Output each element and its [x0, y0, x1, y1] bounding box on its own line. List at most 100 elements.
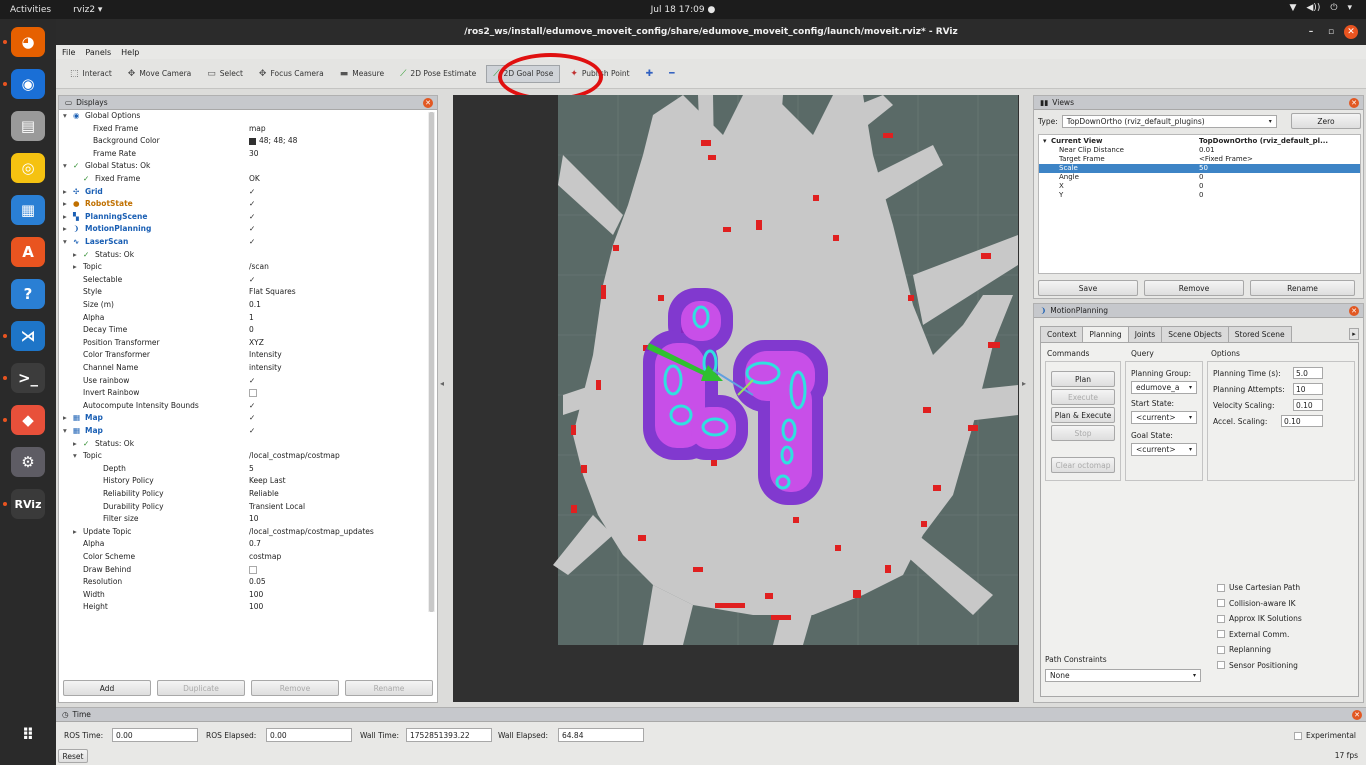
display-row[interactable]: ▸ ✓ Status: Ok	[59, 249, 437, 262]
tool-focus-camera[interactable]: ✥ Focus Camera	[253, 66, 330, 82]
firefox-icon[interactable]: ◕	[11, 27, 45, 57]
display-row[interactable]: Style Flat Squares	[59, 286, 437, 299]
view-property-value[interactable]: 0	[1199, 191, 1203, 200]
property-value[interactable]	[249, 387, 257, 400]
display-row[interactable]: ▸ ▦ Map ✓	[59, 412, 437, 425]
view-property-row[interactable]: Y0	[1039, 191, 1360, 200]
display-row[interactable]: Size (m) 0.1	[59, 299, 437, 312]
display-row[interactable]: Alpha 0.7	[59, 538, 437, 551]
property-value[interactable]: Reliable	[249, 488, 279, 501]
display-row[interactable]: Width 100	[59, 589, 437, 602]
display-row[interactable]: Height 100	[59, 601, 437, 614]
display-row[interactable]: Position Transformer XYZ	[59, 337, 437, 350]
property-value[interactable]: ✓	[249, 274, 255, 287]
tab-planning[interactable]: Planning	[1082, 326, 1129, 342]
expand-arrow-icon[interactable]: ▸	[73, 438, 77, 451]
duplicate-button[interactable]: Duplicate	[157, 680, 245, 696]
tool-select[interactable]: ▭ Select	[201, 66, 249, 82]
tool-move-camera[interactable]: ✥ Move Camera	[122, 66, 197, 82]
display-row[interactable]: Background Color 48; 48; 48	[59, 135, 437, 148]
expand-arrow-icon[interactable]: ▾	[63, 160, 67, 173]
tool-measure[interactable]: ▬ Measure	[334, 66, 390, 82]
option-checkbox[interactable]: Collision-aware IK	[1217, 599, 1296, 608]
git-icon[interactable]: ◆	[11, 405, 45, 435]
display-row[interactable]: Autocompute Intensity Bounds ✓	[59, 400, 437, 413]
display-row[interactable]: ▸ Topic/scan	[59, 261, 437, 274]
view-property-row[interactable]: Near Clip Distance 0.01	[1039, 146, 1360, 155]
checkbox-box[interactable]	[249, 565, 257, 574]
property-value[interactable]: 10	[249, 513, 259, 526]
views-tree[interactable]: ▾ Current View TopDownOrtho (rviz_defaul…	[1038, 134, 1361, 274]
current-view-row[interactable]: ▾ Current View TopDownOrtho (rviz_defaul…	[1039, 137, 1360, 146]
collapse-right-icon[interactable]: ▸	[1022, 379, 1026, 388]
rviz-icon[interactable]: RViz	[11, 489, 45, 519]
property-value[interactable]: /local_costmap/costmap	[249, 450, 340, 463]
option-checkbox[interactable]: Use Cartesian Path	[1217, 583, 1300, 592]
stop-button[interactable]: Stop	[1051, 425, 1115, 441]
tool-2d-pose-estimate[interactable]: ⟋ 2D Pose Estimate	[394, 66, 482, 82]
expand-arrow-icon[interactable]: ▸	[63, 198, 67, 211]
expand-arrow-icon[interactable]: ▸	[73, 261, 77, 274]
tool-add-tool[interactable]: ✚	[640, 66, 660, 82]
experimental-checkbox[interactable]: Experimental	[1293, 731, 1356, 740]
display-row[interactable]: ▸ Update Topic/local_costmap/costmap_upda…	[59, 526, 437, 539]
property-value[interactable]: intensity	[249, 362, 282, 375]
view-property-row[interactable]: Target Frame <Fixed Frame>	[1039, 155, 1360, 164]
minimize-icon[interactable]: –	[1304, 25, 1318, 39]
display-row[interactable]: Reliability Policy Reliable	[59, 488, 437, 501]
close-icon[interactable]: ✕	[1349, 98, 1359, 108]
window-titlebar[interactable]: /ros2_ws/install/edumove_moveit_config/s…	[56, 19, 1366, 45]
ros-elapsed-field[interactable]: 0.00	[266, 728, 352, 742]
display-row[interactable]: ▸ ▚ PlanningScene ✓	[59, 211, 437, 224]
close-icon[interactable]: ✕	[423, 98, 433, 108]
view-property-row[interactable]: Scale 50	[1039, 164, 1360, 173]
close-icon[interactable]: ✕	[1349, 306, 1359, 316]
expand-arrow-icon[interactable]: ▾	[73, 450, 77, 463]
accel-scaling-input[interactable]: 0.10	[1281, 415, 1323, 427]
render-viewport[interactable]	[453, 95, 1019, 702]
tool-interact[interactable]: ⬚ Interact	[64, 66, 118, 82]
property-value[interactable]: 100	[249, 601, 263, 614]
velocity-scaling-input[interactable]: 0.10	[1293, 399, 1323, 411]
menu-help[interactable]: Help	[121, 48, 139, 57]
display-row[interactable]: ▾ ✓ Global Status: Ok	[59, 160, 437, 173]
close-icon[interactable]: ✕	[1352, 710, 1362, 720]
system-tray[interactable]: ▼ ◀)) ⏻ ▾	[1289, 3, 1352, 13]
property-value[interactable]: Intensity	[249, 349, 282, 362]
start-state-select[interactable]: <current> ▾	[1131, 411, 1197, 424]
property-value[interactable]: 0.7	[249, 538, 261, 551]
display-row[interactable]: ▸ ✣ Grid ✓	[59, 186, 437, 199]
property-value[interactable]: ✓	[249, 400, 255, 413]
option-checkbox[interactable]: Replanning	[1217, 645, 1271, 654]
rhythmbox-icon[interactable]: ◎	[11, 153, 45, 183]
settings-icon[interactable]: ⚙	[11, 447, 45, 477]
view-type-select[interactable]: TopDownOrtho (rviz_default_plugins) ▾	[1061, 114, 1277, 128]
display-row[interactable]: Use rainbow ✓	[59, 375, 437, 388]
clock[interactable]: Jul 18 17:09 ●	[0, 5, 1366, 15]
display-row[interactable]: Fixed Frame map	[59, 123, 437, 136]
expand-arrow-icon[interactable]: ▾	[63, 110, 67, 123]
display-row[interactable]: ▾ ◉ Global Options	[59, 110, 437, 123]
display-row[interactable]: ▸ ✓ Status: Ok	[59, 438, 437, 451]
expand-arrow-icon[interactable]: ▸	[63, 412, 67, 425]
view-property-value[interactable]: 0	[1199, 173, 1203, 182]
rename-view-button[interactable]: Rename	[1250, 280, 1355, 296]
expand-arrow-icon[interactable]: ▸	[63, 223, 67, 236]
property-value[interactable]: OK	[249, 173, 260, 186]
property-value[interactable]: /local_costmap/costmap_updates	[249, 526, 374, 539]
property-value[interactable]: 100	[249, 589, 263, 602]
zero-button[interactable]: Zero	[1291, 113, 1361, 129]
display-row[interactable]: History Policy Keep Last	[59, 475, 437, 488]
display-row[interactable]: Frame Rate 30	[59, 148, 437, 161]
property-value[interactable]: 30	[249, 148, 259, 161]
writer-icon[interactable]: ▦	[11, 195, 45, 225]
reset-button[interactable]: Reset	[58, 749, 88, 763]
option-checkbox[interactable]: Approx IK Solutions	[1217, 614, 1302, 623]
thunderbird-icon[interactable]: ◉	[11, 69, 45, 99]
property-value[interactable]: ✓	[249, 211, 255, 224]
display-row[interactable]: ✓ Fixed Frame OK	[59, 173, 437, 186]
expand-arrow-icon[interactable]: ▾	[63, 425, 67, 438]
remove-button[interactable]: Remove	[251, 680, 339, 696]
display-row[interactable]: Channel Name intensity	[59, 362, 437, 375]
terminal-icon[interactable]: >_	[11, 363, 45, 393]
